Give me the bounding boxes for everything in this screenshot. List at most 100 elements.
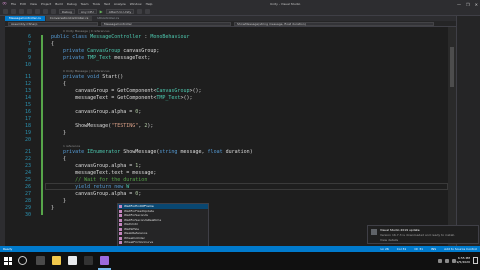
chrome-icon[interactable]	[68, 256, 77, 265]
menu-build[interactable]: Build	[55, 2, 63, 6]
code-editor[interactable]: 6 7 8 9 10 11 12 13 14 15 16 17 18 19 20 21 22 23 24 25 26 27…	[5, 27, 448, 246]
volume-icon[interactable]	[445, 259, 449, 263]
menu-analyze[interactable]: Analyze	[114, 2, 126, 6]
intellisense-item-label: WaitForSecondsRealtime	[124, 217, 162, 222]
forward-icon[interactable]	[11, 9, 16, 14]
code-token: :	[141, 34, 151, 40]
menu-bar: File Edit View Project Build Debug Team Tools Te…	[11, 2, 152, 6]
menu-tools[interactable]: Tools	[93, 2, 100, 6]
intellisense-item-label: WheelCollider	[124, 235, 145, 240]
code-lens[interactable]: 0 Unity Message | 0 references	[63, 29, 110, 33]
code-token: private	[51, 55, 88, 61]
platform-dropdown[interactable]: Any CPU	[77, 9, 97, 14]
code-token: {	[51, 156, 67, 162]
comment-icon[interactable]	[145, 9, 151, 14]
search-icon[interactable]	[18, 256, 27, 265]
intellisense-item-label: WaitForEndOfFrame	[124, 204, 154, 208]
line-number: 17	[24, 116, 31, 122]
notification-title: Visual Studio 2019 update	[380, 228, 420, 232]
intellisense-item-label: WeakReference	[124, 231, 148, 235]
code-token: messageText.text = message;	[51, 170, 157, 176]
update-notification[interactable]: Visual Studio 2019 update Version 16.7.3…	[367, 225, 479, 244]
line-number: 30	[24, 212, 31, 218]
status-text: Ready	[3, 247, 13, 251]
breakpoint-icon[interactable]	[137, 9, 143, 14]
code-lens[interactable]: 0 Unity Message | 0 references	[63, 69, 110, 73]
line-number: 8	[27, 48, 31, 54]
project-dropdown[interactable]: Assembly-CSharp	[8, 21, 98, 26]
code-line[interactable]: ShowMessage("TESTING", 2);	[51, 123, 153, 129]
class-dropdown[interactable]: MessageController	[101, 21, 231, 26]
scrollbar-thumb[interactable]	[450, 47, 454, 87]
maximize-button[interactable]: ❐	[466, 2, 470, 7]
code-token: canvasGroup.alpha =	[51, 109, 136, 115]
menu-view[interactable]: View	[30, 2, 37, 6]
code-line[interactable]: canvasGroup.alpha = 1;	[51, 163, 141, 169]
code-line[interactable]: private void Start()	[51, 74, 123, 80]
menu-debug[interactable]: Debug	[67, 2, 77, 6]
code-line[interactable]: {	[51, 156, 66, 162]
line-number: 15	[24, 102, 31, 108]
menu-project[interactable]: Project	[41, 2, 51, 6]
new-file-icon[interactable]	[19, 9, 24, 14]
play-icon[interactable]: ▶	[100, 9, 103, 14]
visual-studio-icon[interactable]	[100, 256, 109, 265]
menu-file[interactable]: File	[11, 2, 16, 6]
redo-icon[interactable]	[51, 9, 56, 14]
code-line[interactable]: canvasGroup.alpha = 0;	[51, 191, 141, 197]
line-number: 25	[24, 177, 31, 183]
notification-link[interactable]: View details	[380, 238, 398, 242]
save-all-icon[interactable]	[35, 9, 40, 14]
code-token: TMP_Text	[156, 95, 181, 101]
notification-icon	[371, 229, 377, 235]
task-view-icon[interactable]	[36, 256, 45, 265]
vertical-scrollbar[interactable]	[448, 27, 456, 246]
code-token: Start()	[102, 74, 124, 80]
menu-help[interactable]: Help	[146, 2, 153, 6]
code-line[interactable]: private TMP_Text messageText;	[51, 55, 150, 61]
battery-icon[interactable]	[452, 259, 456, 263]
code-line[interactable]: messageText = GetComponent<TMP_Text>();	[51, 95, 192, 101]
code-token: MessageController	[90, 34, 142, 40]
code-token: ;	[138, 109, 142, 115]
configuration-dropdown[interactable]: Debug	[59, 9, 75, 14]
code-lens[interactable]: 1 reference	[63, 144, 80, 148]
code-line[interactable]: public class MessageController : MonoBeh…	[51, 34, 190, 40]
code-line[interactable]: {	[51, 81, 66, 87]
line-number: 18	[24, 123, 31, 129]
attach-to-unity-button[interactable]: Attach to Unity	[105, 9, 135, 14]
code-line[interactable]: canvasGroup.alpha = 0;	[51, 109, 141, 115]
unity-icon[interactable]	[84, 256, 93, 265]
menu-test[interactable]: Test	[104, 2, 110, 6]
code-line[interactable]: private CanvasGroup canvasGroup;	[51, 48, 159, 54]
code-area[interactable]: 0 Unity Message | 0 references public cla…	[45, 27, 448, 246]
code-token: canvasGroup = GetComponent<	[51, 88, 157, 94]
code-line[interactable]: messageText.text = message;	[51, 170, 156, 176]
code-line[interactable]: }	[51, 205, 54, 211]
file-explorer-icon[interactable]	[52, 256, 61, 265]
close-button[interactable]: ✕	[475, 2, 478, 7]
code-line[interactable]: }	[51, 130, 66, 136]
menu-edit[interactable]: Edit	[20, 2, 26, 6]
code-line[interactable]: canvasGroup = GetComponent<CanvasGroup>(…	[51, 88, 201, 94]
line-number: 29	[24, 205, 31, 211]
network-icon[interactable]	[438, 259, 442, 263]
code-line[interactable]: }	[51, 198, 66, 204]
title-bar: ∞ File Edit View Project Build Debug Team Tools…	[0, 0, 480, 8]
code-token: {	[51, 81, 67, 87]
solution-explorer-collapsed[interactable]	[456, 16, 480, 246]
menu-team[interactable]: Team	[81, 2, 89, 6]
code-token: MonoBehaviour	[150, 34, 190, 40]
action-center-icon[interactable]	[473, 257, 478, 264]
undo-icon[interactable]	[43, 9, 48, 14]
code-line[interactable]: private IEnumerator ShowMessage(string m…	[51, 149, 253, 155]
save-icon[interactable]	[27, 9, 32, 14]
back-icon[interactable]	[3, 9, 8, 14]
clock[interactable]: 6:55 PM 9/5/2020	[457, 256, 470, 264]
code-token: string	[159, 149, 181, 155]
minimize-button[interactable]: —	[457, 2, 461, 7]
code-line[interactable]: {	[51, 41, 54, 47]
member-dropdown[interactable]: ShowMessage(string message, float durati…	[234, 21, 434, 26]
menu-window[interactable]: Window	[130, 2, 142, 6]
windows-start-icon[interactable]	[4, 257, 12, 265]
